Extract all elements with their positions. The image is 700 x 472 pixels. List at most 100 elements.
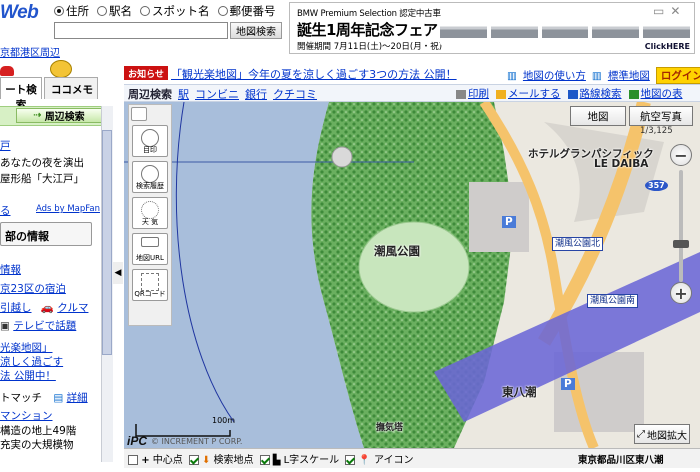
option-label: 検索地点 bbox=[213, 455, 254, 466]
site-logo[interactable]: Web bbox=[0, 2, 39, 24]
parking-icon: P bbox=[502, 216, 516, 228]
ad-banner[interactable]: BMW Premium Selection 認定中古車 誕生1周年記念フェア 開… bbox=[289, 2, 695, 54]
car-icon: 🚗 bbox=[40, 302, 54, 314]
minimize-icon[interactable]: ▭ bbox=[653, 4, 664, 18]
area-link[interactable]: 京都港区周辺 bbox=[0, 44, 60, 59]
sidebar-match-row: トマッチ ▤ 詳細 bbox=[0, 390, 100, 405]
radio-dot[interactable] bbox=[140, 6, 150, 16]
map-copyright: iPC © INCREMENT P CORP. bbox=[127, 434, 242, 448]
radio-dot[interactable] bbox=[54, 6, 64, 16]
map-label-area[interactable]: 東八潮 bbox=[502, 384, 537, 400]
radio-zipcode[interactable]: 郵便番号 bbox=[217, 3, 276, 19]
sidebar-link[interactable]: 法 公開中！ bbox=[0, 368, 100, 383]
map-label-park[interactable]: 潮風公園 bbox=[374, 243, 420, 259]
convenience-link[interactable]: コンビニ bbox=[195, 86, 239, 102]
detail-link[interactable]: 詳細 bbox=[67, 392, 88, 404]
plaza bbox=[331, 146, 353, 168]
option-l-scale[interactable]: ▙ L字スケール bbox=[259, 451, 339, 466]
expand-icon: ⤢ bbox=[637, 428, 645, 440]
map-search-button[interactable]: 地図検索 bbox=[230, 22, 282, 39]
checkbox[interactable] bbox=[259, 455, 270, 465]
checkbox[interactable] bbox=[128, 455, 138, 465]
map-type-buttons: 地図 航空写真 bbox=[570, 106, 693, 126]
tab-kokomemo[interactable]: ココメモ bbox=[44, 77, 98, 99]
zoom-out-icon[interactable]: − bbox=[670, 144, 692, 166]
parking-icon: P bbox=[561, 378, 575, 390]
checkbox[interactable] bbox=[345, 455, 356, 465]
tool-qr-code[interactable]: QRコード bbox=[132, 269, 168, 301]
zoom-in-icon[interactable]: + bbox=[670, 282, 692, 304]
enlarge-map-button[interactable]: ⤢ 地図拡大 bbox=[634, 424, 690, 444]
map-canvas[interactable]: ホテルグランパシフィック LE DAIBA 潮風公園 東八潮 撫気塔 357 P… bbox=[124, 102, 700, 448]
station-label[interactable]: 潮風公園南 bbox=[587, 294, 639, 308]
collapse-sidebar-icon[interactable]: ◀ bbox=[113, 262, 123, 284]
crosshair-icon: + bbox=[141, 455, 150, 466]
tool-map-url[interactable]: 地図URL bbox=[132, 233, 168, 265]
scale-label: 100m bbox=[212, 416, 236, 425]
tab-route-search[interactable]: ート検索 bbox=[0, 77, 42, 111]
tv-icon: ▣ bbox=[0, 320, 10, 332]
notice-link[interactable]: 「観光楽地図」今年の夏を涼しく過ごす3つの方法 公開！ bbox=[171, 66, 457, 82]
sidebar-link[interactable]: 京23区の宿泊 bbox=[0, 281, 100, 296]
tool-weather[interactable]: 天 気 bbox=[132, 197, 168, 229]
map-view-icon bbox=[628, 89, 639, 99]
tool-bookmark[interactable]: 目印 bbox=[132, 125, 168, 157]
sidebar-link[interactable]: クルマ bbox=[57, 302, 88, 314]
mail-icon bbox=[496, 89, 506, 99]
nearby-search-button[interactable]: ⇢ 周辺検索 bbox=[16, 108, 102, 123]
tool-history[interactable]: 検索履歴 bbox=[132, 161, 168, 193]
radio-spot[interactable]: スポット名 bbox=[140, 3, 210, 19]
option-search-point[interactable]: ⬇ 検索地点 bbox=[188, 451, 254, 466]
option-center-point[interactable]: + 中心点 bbox=[128, 451, 183, 466]
standard-map-link[interactable]: 標準地図 bbox=[608, 68, 650, 83]
station-label[interactable]: 潮風公園北 bbox=[552, 237, 604, 251]
top-links: ▥ 地図の使い方 ▥ 標準地図 ログイン bbox=[507, 67, 700, 84]
mail-link[interactable]: メールする bbox=[508, 88, 561, 100]
radio-dot[interactable] bbox=[217, 6, 228, 16]
radio-label: スポット名 bbox=[152, 4, 210, 18]
zoom-slider-thumb[interactable] bbox=[673, 240, 689, 248]
station-link[interactable]: 駅 bbox=[178, 86, 189, 102]
sidebar-text: 屋形船「大江戸」 bbox=[0, 173, 84, 185]
radio-label: 住所 bbox=[66, 4, 89, 18]
checkbox[interactable] bbox=[188, 455, 199, 465]
ads-by-mapfan-link[interactable]: Ads by MapFan bbox=[36, 204, 100, 214]
how-to-use-link[interactable]: 地図の使い方 bbox=[523, 68, 586, 83]
sidebar-link[interactable]: 情報 bbox=[0, 262, 100, 277]
map-type-aerial-button[interactable]: 航空写真 bbox=[629, 106, 693, 126]
sidebar-link[interactable]: 光楽地図」 bbox=[0, 340, 100, 355]
radio-station[interactable]: 駅名 bbox=[97, 3, 132, 19]
zoom-slider-track[interactable] bbox=[679, 170, 683, 282]
match-label: トマッチ bbox=[0, 392, 42, 404]
map-search-input[interactable] bbox=[54, 22, 228, 39]
bank-link[interactable]: 銀行 bbox=[245, 86, 267, 102]
option-icons[interactable]: 📍 アイコン bbox=[345, 451, 414, 466]
tool-label: 地図URL bbox=[136, 254, 164, 262]
sidebar-link-row: 引越し 🚗 クルマ bbox=[0, 300, 100, 315]
sidebar-scrollbar-thumb[interactable] bbox=[102, 130, 112, 355]
route-search-link[interactable]: 路線検索 bbox=[580, 88, 622, 100]
radio-dot[interactable] bbox=[97, 6, 107, 16]
ad-dates: 開催期間 7月11日(土)〜20日(月・祝) bbox=[297, 42, 443, 52]
sidebar-link[interactable]: 涼しく過ごす bbox=[0, 354, 100, 369]
map-help-icon: ▥ bbox=[507, 69, 517, 82]
map-view-link[interactable]: 地図の表 bbox=[641, 88, 683, 100]
sidebar-more-link[interactable]: る bbox=[0, 203, 30, 218]
map-label-hotel-sub[interactable]: LE DAIBA bbox=[594, 158, 648, 170]
map-actions: 印刷 メールする 路線検索 地図の表 bbox=[456, 86, 683, 101]
print-link[interactable]: 印刷 bbox=[468, 88, 489, 100]
radio-label: 駅名 bbox=[109, 4, 132, 18]
login-button[interactable]: ログイン bbox=[655, 67, 700, 84]
map-label-tower[interactable]: 撫気塔 bbox=[376, 420, 403, 433]
sidebar-link[interactable]: 戸 bbox=[0, 138, 100, 153]
sidebar-link[interactable]: 引越し bbox=[0, 302, 32, 314]
car-image bbox=[541, 11, 589, 45]
sidebar-link[interactable]: マンション bbox=[0, 408, 100, 423]
sidebar-link[interactable]: テレビで話題 bbox=[13, 320, 76, 332]
map-type-standard-button[interactable]: 地図 bbox=[570, 106, 626, 126]
ad-click-here[interactable]: ClickHERE bbox=[645, 42, 690, 51]
panel-minimize-button[interactable] bbox=[131, 107, 147, 121]
radio-address[interactable]: 住所 bbox=[54, 3, 89, 19]
close-icon[interactable]: ✕ bbox=[670, 4, 680, 18]
reviews-link[interactable]: クチコミ bbox=[273, 86, 317, 102]
